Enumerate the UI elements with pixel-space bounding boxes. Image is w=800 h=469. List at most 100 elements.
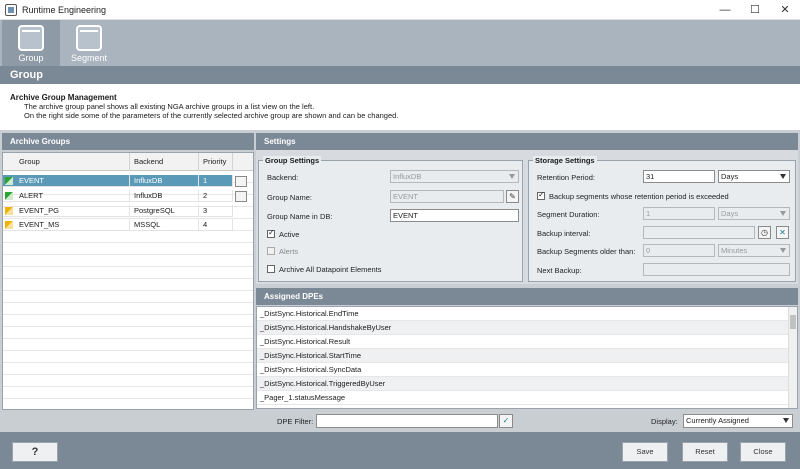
row-group: EVENT_PG [15, 205, 130, 217]
archive-all-label: Archive All Datapoint Elements [279, 265, 382, 274]
archive-all-checkbox[interactable] [267, 265, 275, 273]
segment-duration-input[interactable]: 1 [643, 207, 715, 220]
next-backup-field [643, 263, 790, 276]
description-line-2: On the right side some of the parameters… [24, 111, 399, 120]
retention-unit-select[interactable]: Days [718, 170, 790, 183]
list-item[interactable]: _Pager_1.statusMessage [257, 391, 789, 405]
backup-older-unit-select[interactable]: Minutes [718, 244, 790, 257]
archive-groups-header: Archive Groups [2, 133, 254, 150]
tab-segment-label: Segment [70, 53, 108, 63]
segment-duration-unit-select[interactable]: Days [718, 207, 790, 220]
app-icon [5, 4, 17, 16]
row-priority: 3 [199, 205, 233, 217]
group-name-db-label: Group Name in DB: [267, 212, 333, 221]
row-backend: MSSQL [130, 219, 199, 231]
status-flag-icon [5, 207, 13, 215]
assigned-dpes-header: Assigned DPEs [256, 288, 798, 305]
list-item[interactable]: _DistSync.Historical.SyncData [257, 363, 789, 377]
segment-duration-label: Segment Duration: [537, 210, 600, 219]
active-checkbox[interactable] [267, 228, 275, 238]
status-flag-icon [5, 192, 13, 200]
list-item[interactable]: _DistSync.Historical.StartTime [257, 349, 789, 363]
column-group[interactable]: Group [15, 153, 130, 171]
tab-group[interactable]: Group [2, 20, 60, 66]
retention-input[interactable]: 31 [643, 170, 715, 183]
list-item[interactable]: _DistSync.Historical.EndTime [257, 307, 789, 321]
status-flag-icon [5, 177, 13, 185]
dpe-filter-label: DPE Filter: [277, 417, 314, 426]
translate-icon[interactable]: ✎ [506, 190, 519, 203]
reset-button[interactable]: Reset [682, 442, 728, 462]
list-item[interactable]: _DistSync.Historical.HandshakeByUser [257, 321, 789, 335]
segment-icon [76, 25, 102, 51]
display-select[interactable]: Currently Assigned [683, 414, 793, 428]
group-name-input[interactable]: EVENT [390, 190, 504, 203]
list-item[interactable]: _DistSync.Historical.Result [257, 335, 789, 349]
save-button[interactable]: Save [622, 442, 668, 462]
retention-label: Retention Period: [537, 173, 595, 182]
row-priority: 1 [199, 175, 233, 187]
table-row[interactable]: ALERT InfluxDB 2 [3, 190, 233, 202]
description-title: Archive Group Management [10, 93, 117, 102]
apply-filter-icon[interactable]: ✓ [499, 414, 513, 428]
scrollbar-thumb[interactable] [790, 315, 796, 329]
group-name-db-input[interactable]: EVENT [390, 209, 519, 222]
display-label: Display: [651, 417, 678, 426]
section-title: Group [0, 66, 800, 84]
title-bar: Runtime Engineering — ☐ ✕ [0, 0, 800, 20]
storage-settings-box: Storage Settings Retention Period: 31 Da… [528, 156, 796, 282]
backend-select[interactable]: InfluxDB [390, 170, 519, 183]
table-header: Group Backend Priority [3, 153, 253, 171]
clock-icon[interactable]: ◷ [758, 226, 771, 239]
dpe-filter-input[interactable] [316, 414, 498, 428]
help-button[interactable]: ? [12, 442, 58, 462]
row-group: EVENT [15, 175, 130, 187]
table-row[interactable]: EVENT_PG PostgreSQL 3 [3, 205, 233, 217]
bottom-bar [0, 432, 800, 469]
row-backend: PostgreSQL [130, 205, 199, 217]
group-icon [18, 25, 44, 51]
tab-group-label: Group [18, 53, 44, 63]
clear-icon[interactable]: ✕ [776, 226, 789, 239]
backup-interval-input[interactable] [643, 226, 755, 239]
row-settings-icon[interactable] [235, 191, 247, 202]
row-settings-icon[interactable] [235, 176, 247, 187]
module-toolbar: Group Segment [0, 20, 800, 66]
close-window-button[interactable]: ✕ [770, 0, 800, 20]
close-button[interactable]: Close [740, 442, 786, 462]
storage-settings-title: Storage Settings [533, 156, 597, 165]
alerts-label: Alerts [279, 247, 299, 256]
window-title: Runtime Engineering [22, 5, 107, 15]
archive-groups-table: Group Backend Priority EVENT InfluxDB 1 … [2, 152, 254, 410]
backup-older-input[interactable]: 0 [643, 244, 715, 257]
active-label: Active [279, 230, 300, 239]
backup-interval-label: Backup interval: [537, 229, 591, 238]
column-backend[interactable]: Backend [130, 153, 199, 171]
row-backend: InfluxDB [130, 190, 199, 202]
backup-segments-checkbox[interactable] [537, 190, 545, 200]
table-row[interactable]: EVENT InfluxDB 1 [3, 175, 233, 187]
row-group: EVENT_MS [15, 219, 130, 231]
row-priority: 4 [199, 219, 233, 231]
next-backup-label: Next Backup: [537, 266, 582, 275]
assigned-dpes-list: _DistSync.Historical.EndTime _DistSync.H… [256, 306, 798, 409]
settings-header: Settings [256, 133, 798, 150]
list-item[interactable]: _DistSync.Historical.TriggeredByUser [257, 377, 789, 391]
group-name-label: Group Name: [267, 193, 313, 202]
status-flag-icon [5, 221, 13, 229]
description-panel: Archive Group Management The archive gro… [0, 84, 800, 130]
row-group: ALERT [15, 190, 130, 202]
filter-row: DPE Filter: ✓ Display: Currently Assigne… [0, 412, 800, 432]
dpe-scrollbar[interactable] [788, 307, 797, 408]
maximize-button[interactable]: ☐ [740, 0, 770, 20]
backend-label: Backend: [267, 173, 299, 182]
group-settings-title: Group Settings [263, 156, 322, 165]
table-row[interactable]: EVENT_MS MSSQL 4 [3, 219, 233, 231]
tab-segment[interactable]: Segment [60, 20, 118, 66]
row-backend: InfluxDB [130, 175, 199, 187]
alerts-checkbox[interactable] [267, 247, 275, 255]
minimize-button[interactable]: — [710, 0, 740, 20]
settings-panel: Group Settings Backend: InfluxDB Group N… [256, 150, 798, 284]
backup-segments-label: Backup segments whose retention period i… [549, 192, 729, 201]
column-priority[interactable]: Priority [199, 153, 233, 171]
